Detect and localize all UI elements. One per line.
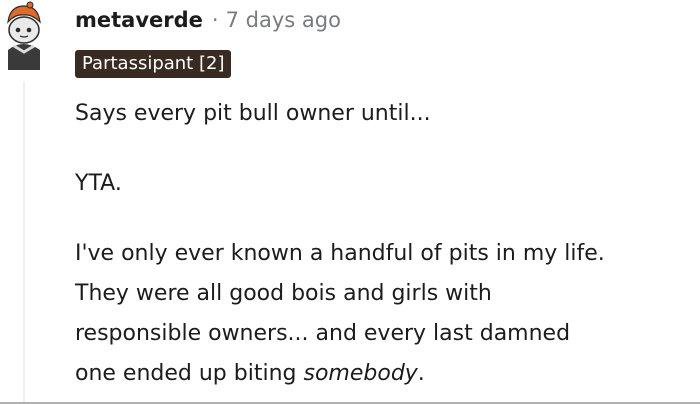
paragraph-3-line-4-suffix: .	[417, 361, 425, 386]
thread-line[interactable]	[23, 82, 25, 404]
user-flair-badge: Partassipant [2]	[75, 50, 232, 78]
paragraph-3-emphasis: somebody	[303, 361, 418, 386]
timestamp-link[interactable]: 7 days ago	[226, 8, 341, 32]
meta-separator: ·	[211, 8, 219, 32]
paragraph-3-line-1: I've only ever known a handful of pits i…	[75, 241, 605, 266]
comment-paragraph-2: YTA.	[75, 171, 122, 196]
username-link[interactable]: metaverde	[75, 8, 203, 32]
paragraph-3-line-2: They were all good bois and girls with	[75, 281, 492, 306]
paragraph-3-line-3: responsible owners... and every last dam…	[75, 321, 571, 346]
snoo-avatar-icon	[7, 1, 41, 70]
paragraph-3-line-4-prefix: one ended up biting	[75, 361, 304, 386]
comment-paragraph-1: Says every pit bull owner until...	[75, 101, 431, 126]
comment-body: Says every pit bull owner until... YTA. …	[75, 94, 700, 394]
comment-meta: metaverde · 7 days ago	[75, 5, 341, 35]
comment-paragraph-3: I've only ever known a handful of pits i…	[75, 234, 700, 394]
avatar[interactable]	[0, 0, 46, 70]
